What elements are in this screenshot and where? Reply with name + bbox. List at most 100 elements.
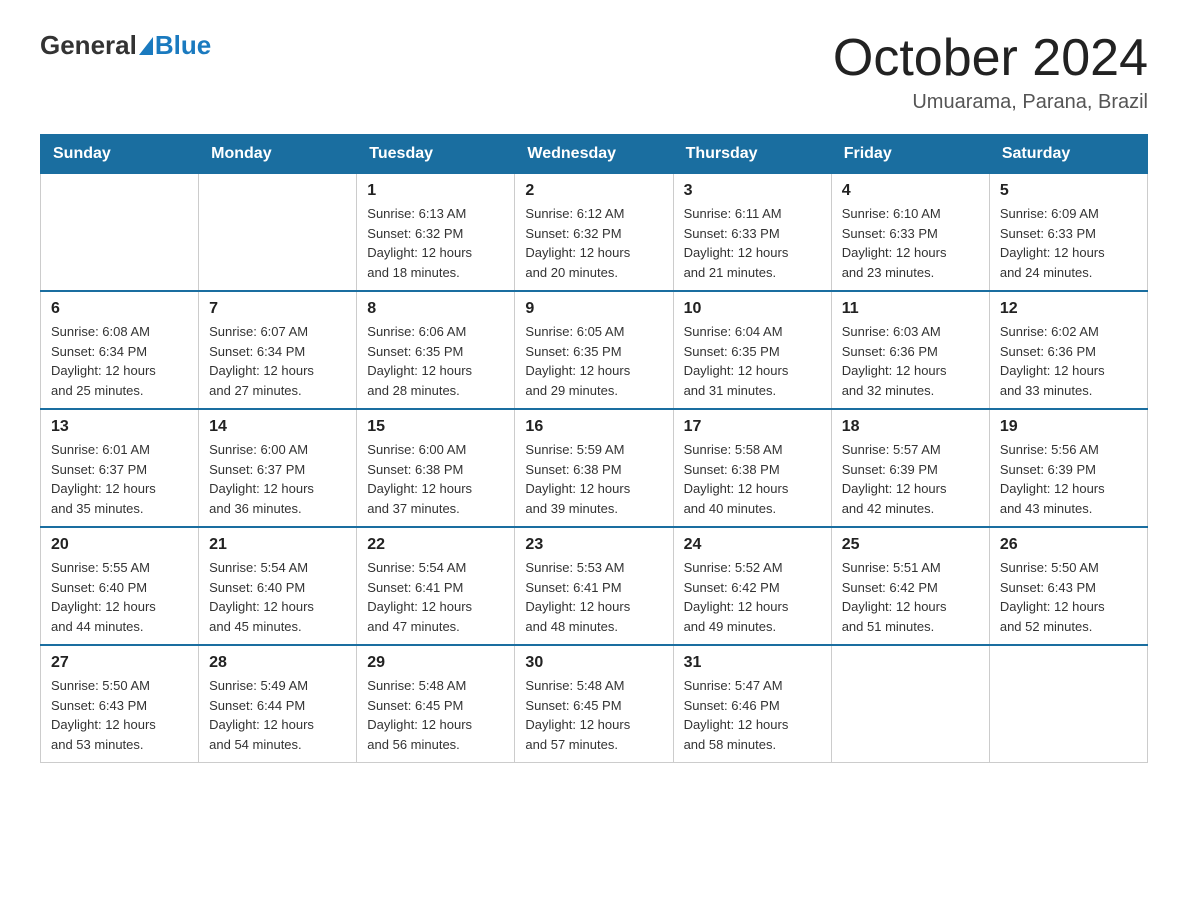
day-info: Sunrise: 5:52 AM Sunset: 6:42 PM Dayligh… bbox=[684, 558, 821, 636]
day-number: 21 bbox=[209, 536, 346, 554]
day-number: 24 bbox=[684, 536, 821, 554]
day-number: 4 bbox=[842, 182, 979, 200]
month-title: October 2024 bbox=[833, 30, 1148, 87]
day-number: 9 bbox=[525, 300, 662, 318]
day-number: 13 bbox=[51, 418, 188, 436]
calendar-week-row: 27 Sunrise: 5:50 AM Sunset: 6:43 PM Dayli… bbox=[41, 645, 1148, 763]
day-info: Sunrise: 6:05 AM Sunset: 6:35 PM Dayligh… bbox=[525, 322, 662, 400]
col-saturday: Saturday bbox=[989, 135, 1147, 174]
day-number: 17 bbox=[684, 418, 821, 436]
calendar-week-row: 13 Sunrise: 6:01 AM Sunset: 6:37 PM Dayli… bbox=[41, 409, 1148, 527]
calendar-cell bbox=[199, 174, 357, 292]
day-number: 10 bbox=[684, 300, 821, 318]
day-info: Sunrise: 5:48 AM Sunset: 6:45 PM Dayligh… bbox=[367, 676, 504, 754]
day-info: Sunrise: 6:04 AM Sunset: 6:35 PM Dayligh… bbox=[684, 322, 821, 400]
day-info: Sunrise: 6:07 AM Sunset: 6:34 PM Dayligh… bbox=[209, 322, 346, 400]
day-info: Sunrise: 5:50 AM Sunset: 6:43 PM Dayligh… bbox=[1000, 558, 1137, 636]
logo-triangle-icon bbox=[139, 37, 153, 55]
day-info: Sunrise: 6:08 AM Sunset: 6:34 PM Dayligh… bbox=[51, 322, 188, 400]
day-number: 29 bbox=[367, 654, 504, 672]
day-info: Sunrise: 6:01 AM Sunset: 6:37 PM Dayligh… bbox=[51, 440, 188, 518]
day-info: Sunrise: 5:50 AM Sunset: 6:43 PM Dayligh… bbox=[51, 676, 188, 754]
day-number: 22 bbox=[367, 536, 504, 554]
title-section: October 2024 Umuarama, Parana, Brazil bbox=[833, 30, 1148, 114]
calendar-cell: 12Sunrise: 6:02 AM Sunset: 6:36 PM Dayli… bbox=[989, 291, 1147, 409]
logo: General Blue bbox=[40, 30, 211, 61]
day-number: 27 bbox=[51, 654, 188, 672]
calendar-cell: 27 Sunrise: 5:50 AM Sunset: 6:43 PM Dayli… bbox=[41, 645, 199, 763]
day-info: Sunrise: 5:57 AM Sunset: 6:39 PM Dayligh… bbox=[842, 440, 979, 518]
day-info: Sunrise: 5:59 AM Sunset: 6:38 PM Dayligh… bbox=[525, 440, 662, 518]
calendar-cell: 18Sunrise: 5:57 AM Sunset: 6:39 PM Dayli… bbox=[831, 409, 989, 527]
calendar-cell: 30 Sunrise: 5:48 AM Sunset: 6:45 PM Dayli… bbox=[515, 645, 673, 763]
day-info: Sunrise: 6:00 AM Sunset: 6:38 PM Dayligh… bbox=[367, 440, 504, 518]
calendar-cell: 23 Sunrise: 5:53 AM Sunset: 6:41 PM Dayli… bbox=[515, 527, 673, 645]
day-info: Sunrise: 5:54 AM Sunset: 6:41 PM Dayligh… bbox=[367, 558, 504, 636]
calendar-cell: 7Sunrise: 6:07 AM Sunset: 6:34 PM Daylig… bbox=[199, 291, 357, 409]
day-number: 2 bbox=[525, 182, 662, 200]
calendar-cell: 22 Sunrise: 5:54 AM Sunset: 6:41 PM Dayli… bbox=[357, 527, 515, 645]
day-number: 19 bbox=[1000, 418, 1137, 436]
day-number: 25 bbox=[842, 536, 979, 554]
calendar-cell: 15 Sunrise: 6:00 AM Sunset: 6:38 PM Dayli… bbox=[357, 409, 515, 527]
calendar-cell: 8 Sunrise: 6:06 AM Sunset: 6:35 PM Daylig… bbox=[357, 291, 515, 409]
day-number: 30 bbox=[525, 654, 662, 672]
day-number: 15 bbox=[367, 418, 504, 436]
col-wednesday: Wednesday bbox=[515, 135, 673, 174]
logo-general: General bbox=[40, 30, 137, 61]
day-info: Sunrise: 6:09 AM Sunset: 6:33 PM Dayligh… bbox=[1000, 204, 1137, 282]
calendar-week-row: 1Sunrise: 6:13 AM Sunset: 6:32 PM Daylig… bbox=[41, 174, 1148, 292]
day-info: Sunrise: 5:49 AM Sunset: 6:44 PM Dayligh… bbox=[209, 676, 346, 754]
day-number: 26 bbox=[1000, 536, 1137, 554]
header: General Blue October 2024 Umuarama, Para… bbox=[40, 30, 1148, 114]
col-tuesday: Tuesday bbox=[357, 135, 515, 174]
calendar-cell: 21Sunrise: 5:54 AM Sunset: 6:40 PM Dayli… bbox=[199, 527, 357, 645]
day-info: Sunrise: 5:55 AM Sunset: 6:40 PM Dayligh… bbox=[51, 558, 188, 636]
header-row: Sunday Monday Tuesday Wednesday Thursday… bbox=[41, 135, 1148, 174]
calendar-cell: 9 Sunrise: 6:05 AM Sunset: 6:35 PM Daylig… bbox=[515, 291, 673, 409]
calendar-cell: 26 Sunrise: 5:50 AM Sunset: 6:43 PM Dayli… bbox=[989, 527, 1147, 645]
day-info: Sunrise: 5:53 AM Sunset: 6:41 PM Dayligh… bbox=[525, 558, 662, 636]
day-info: Sunrise: 5:56 AM Sunset: 6:39 PM Dayligh… bbox=[1000, 440, 1137, 518]
logo-blue: Blue bbox=[155, 30, 211, 61]
calendar-cell: 3Sunrise: 6:11 AM Sunset: 6:33 PM Daylig… bbox=[673, 174, 831, 292]
calendar-cell bbox=[41, 174, 199, 292]
day-number: 8 bbox=[367, 300, 504, 318]
day-info: Sunrise: 6:12 AM Sunset: 6:32 PM Dayligh… bbox=[525, 204, 662, 282]
calendar-cell: 20 Sunrise: 5:55 AM Sunset: 6:40 PM Dayli… bbox=[41, 527, 199, 645]
day-info: Sunrise: 6:06 AM Sunset: 6:35 PM Dayligh… bbox=[367, 322, 504, 400]
calendar-table: Sunday Monday Tuesday Wednesday Thursday… bbox=[40, 134, 1148, 763]
day-number: 20 bbox=[51, 536, 188, 554]
calendar-cell: 6Sunrise: 6:08 AM Sunset: 6:34 PM Daylig… bbox=[41, 291, 199, 409]
day-number: 23 bbox=[525, 536, 662, 554]
calendar-cell: 4 Sunrise: 6:10 AM Sunset: 6:33 PM Daylig… bbox=[831, 174, 989, 292]
calendar-cell bbox=[831, 645, 989, 763]
day-number: 12 bbox=[1000, 300, 1137, 318]
col-monday: Monday bbox=[199, 135, 357, 174]
calendar-cell: 13 Sunrise: 6:01 AM Sunset: 6:37 PM Dayli… bbox=[41, 409, 199, 527]
calendar-cell: 1Sunrise: 6:13 AM Sunset: 6:32 PM Daylig… bbox=[357, 174, 515, 292]
calendar-cell: 10 Sunrise: 6:04 AM Sunset: 6:35 PM Dayli… bbox=[673, 291, 831, 409]
calendar-cell: 2 Sunrise: 6:12 AM Sunset: 6:32 PM Daylig… bbox=[515, 174, 673, 292]
day-info: Sunrise: 6:03 AM Sunset: 6:36 PM Dayligh… bbox=[842, 322, 979, 400]
calendar-cell: 5 Sunrise: 6:09 AM Sunset: 6:33 PM Daylig… bbox=[989, 174, 1147, 292]
calendar-cell: 29 Sunrise: 5:48 AM Sunset: 6:45 PM Dayli… bbox=[357, 645, 515, 763]
calendar-cell: 24 Sunrise: 5:52 AM Sunset: 6:42 PM Dayli… bbox=[673, 527, 831, 645]
day-info: Sunrise: 6:13 AM Sunset: 6:32 PM Dayligh… bbox=[367, 204, 504, 282]
calendar-cell: 16 Sunrise: 5:59 AM Sunset: 6:38 PM Dayli… bbox=[515, 409, 673, 527]
location-title: Umuarama, Parana, Brazil bbox=[833, 91, 1148, 114]
day-number: 5 bbox=[1000, 182, 1137, 200]
calendar-cell: 25 Sunrise: 5:51 AM Sunset: 6:42 PM Dayli… bbox=[831, 527, 989, 645]
day-number: 11 bbox=[842, 300, 979, 318]
day-info: Sunrise: 5:48 AM Sunset: 6:45 PM Dayligh… bbox=[525, 676, 662, 754]
day-info: Sunrise: 6:00 AM Sunset: 6:37 PM Dayligh… bbox=[209, 440, 346, 518]
calendar-week-row: 6Sunrise: 6:08 AM Sunset: 6:34 PM Daylig… bbox=[41, 291, 1148, 409]
day-number: 31 bbox=[684, 654, 821, 672]
day-number: 14 bbox=[209, 418, 346, 436]
day-number: 16 bbox=[525, 418, 662, 436]
calendar-cell: 28Sunrise: 5:49 AM Sunset: 6:44 PM Dayli… bbox=[199, 645, 357, 763]
day-info: Sunrise: 6:10 AM Sunset: 6:33 PM Dayligh… bbox=[842, 204, 979, 282]
day-info: Sunrise: 5:51 AM Sunset: 6:42 PM Dayligh… bbox=[842, 558, 979, 636]
logo-text: General Blue bbox=[40, 30, 211, 61]
calendar-cell: 31Sunrise: 5:47 AM Sunset: 6:46 PM Dayli… bbox=[673, 645, 831, 763]
